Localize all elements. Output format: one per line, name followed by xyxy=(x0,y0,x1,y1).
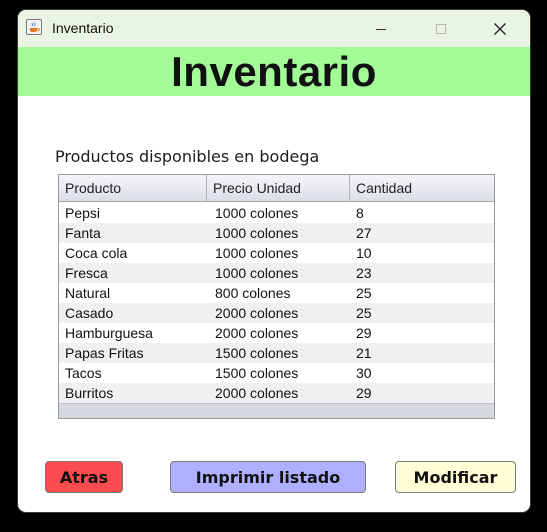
cell-precio: 1000 colones xyxy=(215,245,299,261)
window-title: Inventario xyxy=(52,20,114,36)
cell-producto: Pepsi xyxy=(65,205,101,221)
app-window: Inventario Inventario Productos disponib… xyxy=(18,10,530,512)
cell-producto: Papas Fritas xyxy=(65,345,144,361)
minimize-icon xyxy=(376,28,386,30)
section-label: Productos disponibles en bodega xyxy=(55,147,320,166)
cell-producto: Tacos xyxy=(65,365,102,381)
table-header: Producto Precio Unidad Cantidad xyxy=(59,175,494,202)
cell-cantidad: 25 xyxy=(356,305,372,321)
inventory-table[interactable]: Producto Precio Unidad Cantidad Pepsi 10… xyxy=(58,174,495,419)
cell-producto: Burritos xyxy=(65,385,114,401)
cell-precio: 1500 colones xyxy=(215,345,299,361)
cell-cantidad: 8 xyxy=(356,205,364,221)
table-row[interactable]: Fanta 1000 colones 27 xyxy=(59,223,494,243)
print-list-button[interactable]: Imprimir listado xyxy=(170,461,366,493)
minimize-button[interactable] xyxy=(358,10,404,47)
table-row[interactable]: Papas Fritas 1500 colones 21 xyxy=(59,343,494,363)
table-row[interactable]: Fresca 1000 colones 23 xyxy=(59,263,494,283)
cell-producto: Casado xyxy=(65,305,114,321)
cell-producto: Fanta xyxy=(65,225,101,241)
maximize-button[interactable] xyxy=(418,10,464,47)
table-row[interactable]: Pepsi 1000 colones 8 xyxy=(59,203,494,223)
cell-cantidad: 29 xyxy=(356,385,372,401)
cell-producto: Coca cola xyxy=(65,245,128,261)
cell-cantidad: 30 xyxy=(356,365,372,381)
cell-producto: Hamburguesa xyxy=(65,325,153,341)
cell-cantidad: 25 xyxy=(356,285,372,301)
cell-precio: 800 colones xyxy=(215,285,291,301)
column-header-cantidad[interactable]: Cantidad xyxy=(350,175,494,201)
horizontal-scrollbar[interactable] xyxy=(59,403,494,418)
cell-precio: 1000 colones xyxy=(215,225,299,241)
cell-cantidad: 21 xyxy=(356,345,372,361)
cell-precio: 2000 colones xyxy=(215,325,299,341)
modify-button[interactable]: Modificar xyxy=(395,461,516,493)
back-button[interactable]: Atras xyxy=(45,461,123,493)
cell-precio: 2000 colones xyxy=(215,385,299,401)
cell-cantidad: 27 xyxy=(356,225,372,241)
cell-precio: 2000 colones xyxy=(215,305,299,321)
cell-precio: 1000 colones xyxy=(215,205,299,221)
java-app-icon xyxy=(26,19,42,35)
cell-cantidad: 29 xyxy=(356,325,372,341)
table-row[interactable]: Casado 2000 colones 25 xyxy=(59,303,494,323)
header-banner: Inventario xyxy=(18,47,530,96)
title-bar[interactable]: Inventario xyxy=(18,10,530,47)
table-row[interactable]: Hamburguesa 2000 colones 29 xyxy=(59,323,494,343)
maximize-icon xyxy=(436,23,446,34)
table-row[interactable]: Natural 800 colones 25 xyxy=(59,283,494,303)
table-row[interactable]: Tacos 1500 colones 30 xyxy=(59,363,494,383)
table-row[interactable]: Burritos 2000 colones 29 xyxy=(59,383,494,403)
column-header-precio-unidad[interactable]: Precio Unidad xyxy=(207,175,350,201)
cell-cantidad: 10 xyxy=(356,245,372,261)
cell-cantidad: 23 xyxy=(356,265,372,281)
cell-precio: 1500 colones xyxy=(215,365,299,381)
close-button[interactable] xyxy=(477,10,523,47)
table-body: Pepsi 1000 colones 8 Fanta 1000 colones … xyxy=(59,203,494,403)
cell-producto: Fresca xyxy=(65,265,108,281)
page-title: Inventario xyxy=(171,47,377,95)
cell-producto: Natural xyxy=(65,285,111,301)
table-row[interactable]: Coca cola 1000 colones 10 xyxy=(59,243,494,263)
close-icon xyxy=(494,22,506,35)
column-header-producto[interactable]: Producto xyxy=(59,175,207,201)
cell-precio: 1000 colones xyxy=(215,265,299,281)
